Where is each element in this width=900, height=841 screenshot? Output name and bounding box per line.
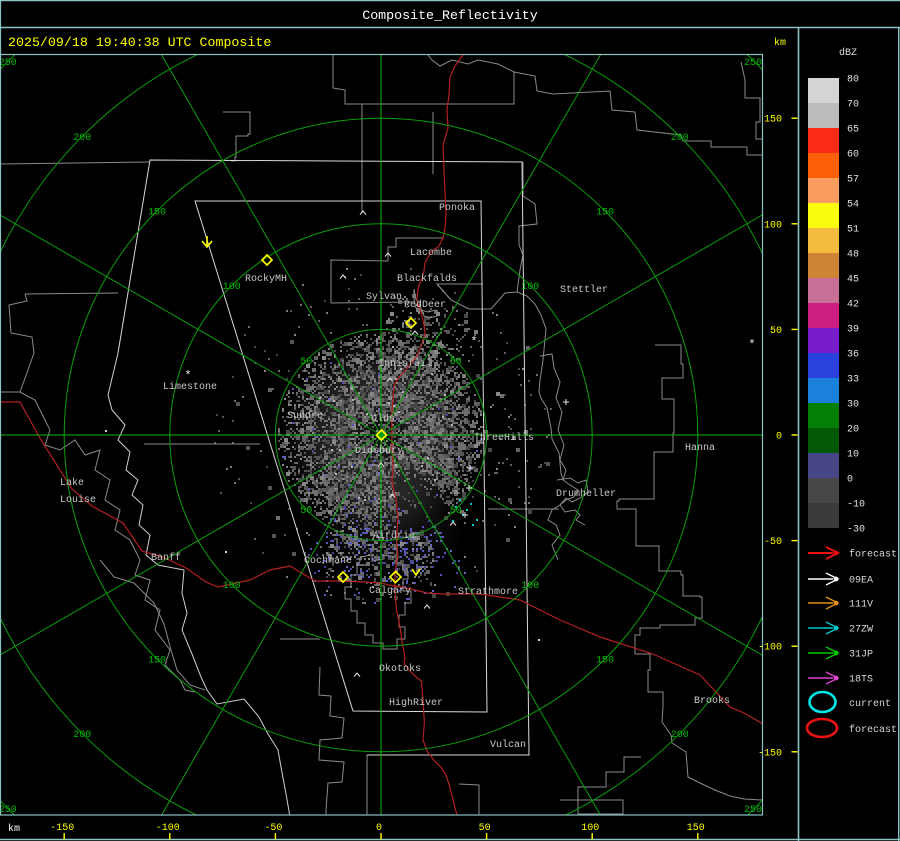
- svg-text:200: 200: [671, 133, 689, 144]
- svg-text:150: 150: [596, 208, 614, 219]
- svg-text:250: 250: [744, 58, 762, 69]
- svg-text:18TS: 18TS: [849, 675, 873, 686]
- svg-text:0: 0: [376, 823, 382, 834]
- svg-text:*: *: [470, 335, 477, 349]
- svg-text:Ponoka: Ponoka: [439, 202, 475, 214]
- svg-text:100: 100: [764, 220, 782, 231]
- svg-text:65: 65: [847, 125, 859, 136]
- svg-text:Stettler: Stettler: [560, 284, 608, 296]
- svg-text:0: 0: [847, 475, 853, 486]
- svg-text:Banff: Banff: [151, 552, 181, 564]
- svg-text:Strathmore: Strathmore: [458, 586, 518, 598]
- svg-text:Airdrie: Airdrie: [373, 530, 415, 542]
- svg-text:-10: -10: [847, 500, 865, 511]
- svg-text:70: 70: [847, 100, 859, 111]
- svg-text:Calgary: Calgary: [369, 585, 411, 597]
- svg-text:Hanna: Hanna: [685, 443, 715, 454]
- svg-text:150: 150: [764, 115, 782, 126]
- svg-text:dBZ: dBZ: [839, 47, 857, 59]
- svg-text:36: 36: [847, 350, 859, 361]
- svg-text:Limestone: Limestone: [163, 381, 217, 393]
- svg-text:-50: -50: [764, 537, 782, 548]
- svg-text:100: 100: [521, 581, 539, 592]
- svg-text:80: 80: [847, 75, 859, 86]
- svg-text:09EA: 09EA: [849, 576, 873, 587]
- svg-text:Vulcan: Vulcan: [490, 739, 526, 751]
- svg-text:45: 45: [847, 275, 859, 286]
- svg-text:51: 51: [847, 225, 859, 236]
- svg-text:2025/09/18 19:40:38 UTC Compos: 2025/09/18 19:40:38 UTC Composite: [8, 35, 271, 50]
- svg-text:50: 50: [450, 357, 462, 368]
- svg-text:HighRiver: HighRiver: [389, 697, 443, 709]
- svg-text:forecast: forecast: [849, 549, 897, 561]
- svg-text:27ZW: 27ZW: [849, 625, 873, 636]
- svg-text:150: 150: [148, 208, 166, 219]
- svg-text:39: 39: [847, 325, 859, 336]
- svg-text:50: 50: [770, 326, 782, 337]
- svg-text:Lacombe: Lacombe: [410, 247, 452, 259]
- svg-text:current: current: [849, 699, 891, 710]
- svg-text:111V: 111V: [849, 600, 873, 611]
- svg-text:-30: -30: [847, 525, 865, 536]
- svg-text:42: 42: [847, 300, 859, 311]
- svg-text:Sundre: Sundre: [287, 410, 323, 422]
- svg-text:forecast: forecast: [849, 724, 897, 736]
- svg-text:60: 60: [847, 150, 859, 161]
- svg-text:Lake: Lake: [60, 477, 84, 489]
- svg-text:Cochrane: Cochrane: [304, 555, 352, 567]
- svg-text:Louise: Louise: [60, 494, 96, 506]
- svg-text:50: 50: [300, 506, 312, 517]
- svg-text:RedDeer: RedDeer: [404, 299, 446, 311]
- svg-text:-50: -50: [264, 823, 282, 834]
- svg-text:20: 20: [847, 425, 859, 436]
- svg-text:100: 100: [581, 823, 599, 834]
- svg-text:*: *: [748, 338, 755, 352]
- svg-text:*: *: [184, 369, 191, 383]
- svg-text:50: 50: [479, 823, 491, 834]
- svg-text:200: 200: [73, 133, 91, 144]
- svg-text:Didsbury: Didsbury: [355, 445, 403, 457]
- svg-text:10: 10: [847, 450, 859, 461]
- svg-text:ThreeHills: ThreeHills: [474, 432, 534, 444]
- svg-text:57: 57: [847, 175, 859, 186]
- svg-text:100: 100: [521, 282, 539, 293]
- svg-text:250: 250: [0, 58, 17, 69]
- svg-text:-100: -100: [758, 643, 782, 654]
- svg-text:48: 48: [847, 250, 859, 261]
- svg-text:Sylvan: Sylvan: [366, 291, 402, 303]
- svg-text:km: km: [774, 37, 786, 49]
- svg-text:50: 50: [300, 357, 312, 368]
- svg-text:150: 150: [596, 656, 614, 667]
- svg-text:Innisfail: Innisfail: [378, 358, 432, 370]
- svg-text:Brooks: Brooks: [694, 695, 730, 707]
- svg-text:RockyMH: RockyMH: [245, 273, 287, 285]
- svg-text:km: km: [8, 823, 20, 835]
- svg-text:33: 33: [847, 375, 859, 386]
- svg-text:-150: -150: [50, 823, 74, 834]
- svg-text:Okotoks: Okotoks: [379, 663, 421, 675]
- svg-text:200: 200: [73, 730, 91, 741]
- svg-text:200: 200: [671, 730, 689, 741]
- svg-text:Composite_Reflectivity: Composite_Reflectivity: [362, 8, 538, 23]
- svg-text:250: 250: [0, 805, 17, 816]
- svg-text:Drumheller: Drumheller: [556, 488, 616, 500]
- svg-text:Blackfalds: Blackfalds: [397, 273, 457, 285]
- svg-text:30: 30: [847, 400, 859, 411]
- svg-text:Olds: Olds: [371, 413, 395, 425]
- svg-text:0: 0: [776, 432, 782, 443]
- svg-text:-150: -150: [758, 748, 782, 759]
- svg-text:-100: -100: [156, 823, 180, 834]
- svg-text:150: 150: [687, 823, 705, 834]
- svg-text:150: 150: [148, 656, 166, 667]
- svg-text:250: 250: [744, 805, 762, 816]
- svg-text:54: 54: [847, 200, 859, 211]
- svg-text:100: 100: [223, 581, 241, 592]
- svg-text:50: 50: [450, 506, 462, 517]
- svg-text:31JP: 31JP: [849, 650, 873, 661]
- svg-text:100: 100: [223, 282, 241, 293]
